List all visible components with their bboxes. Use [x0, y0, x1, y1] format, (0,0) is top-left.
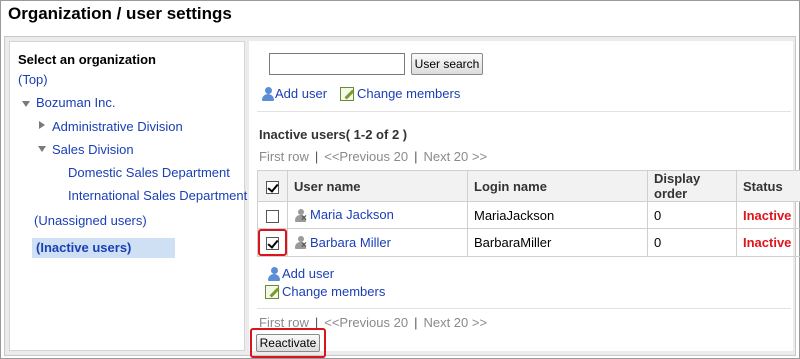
tree-item-unassigned-users[interactable]: (Unassigned users) [34, 213, 147, 228]
change-members-icon [265, 285, 280, 299]
row-checkbox-cell [257, 227, 288, 258]
inactive-users-count: Inactive users( 1-2 of 2 ) [259, 127, 408, 142]
tree-item-international-sales[interactable]: International Sales Department [68, 188, 247, 203]
change-members-link-bottom[interactable]: Change members [282, 284, 385, 299]
page-title: Organization / user settings [8, 4, 232, 23]
tree-item-sales-division[interactable]: Sales Division [52, 142, 134, 157]
add-user-link-top[interactable]: Add user [275, 86, 327, 101]
table-header-row: User name Login name Display order Statu… [257, 170, 800, 202]
tree-item-inactive-users[interactable]: (Inactive users) [32, 238, 175, 258]
user-search-input[interactable] [269, 53, 405, 75]
select-all-header[interactable] [257, 170, 288, 202]
pager-next: Next 20 >> [423, 149, 488, 164]
reactivate-button[interactable]: Reactivate [256, 334, 320, 352]
row-checkbox[interactable] [266, 209, 279, 223]
status-cell: Inactive [736, 227, 800, 258]
table-row: × Maria Jackson MariaJackson 0 Inactive [257, 201, 800, 229]
tree-item-bozuman[interactable]: Bozuman Inc. [36, 95, 116, 110]
divider [257, 308, 791, 309]
login-name-cell: BarbaraMiller [467, 227, 648, 258]
login-name-cell: MariaJackson [467, 201, 648, 229]
add-user-link-bottom[interactable]: Add user [282, 266, 334, 281]
user-list-panel: User search Add user Change members Inac… [249, 41, 800, 351]
expand-down-icon[interactable] [38, 146, 46, 152]
pager-previous: <<Previous 20 [324, 315, 409, 330]
tree-item-administrative-division[interactable]: Administrative Division [52, 119, 183, 134]
column-user-name: User name [287, 170, 468, 202]
add-user-icon [261, 87, 275, 101]
column-login-name: Login name [467, 170, 648, 202]
pager-first-row: First row [259, 149, 309, 164]
user-search-button[interactable]: User search [411, 53, 483, 75]
tree-item-domestic-sales[interactable]: Domestic Sales Department [68, 165, 230, 180]
user-name-cell: × Barbara Miller [287, 227, 468, 258]
row-checkbox[interactable] [266, 237, 279, 251]
pager-previous: <<Previous 20 [324, 149, 409, 164]
user-name-link[interactable]: Maria Jackson [310, 207, 394, 222]
pager-top: First row | <<Previous 20 | Next 20 >> [259, 149, 488, 164]
expand-right-icon[interactable] [39, 121, 45, 129]
pager-next: Next 20 >> [423, 315, 488, 330]
organization-tree-panel: Select an organization (Top) Bozuman Inc… [9, 41, 247, 351]
main-container: Select an organization (Top) Bozuman Inc… [4, 36, 800, 356]
table-row: × Barbara Miller BarbaraMiller 0 Inactive [257, 227, 800, 258]
change-members-icon [340, 87, 355, 101]
select-all-checkbox[interactable] [266, 180, 279, 194]
column-display-order: Display order [647, 170, 737, 202]
reactivate-highlight: Reactivate [250, 328, 326, 358]
display-order-cell: 0 [647, 201, 737, 229]
expand-down-icon[interactable] [22, 101, 30, 107]
user-name-cell: × Maria Jackson [287, 201, 468, 229]
user-name-link[interactable]: Barbara Miller [310, 235, 391, 250]
tree-title: Select an organization [18, 52, 156, 67]
checkbox-highlight [258, 229, 287, 257]
divider [257, 111, 791, 112]
status-cell: Inactive [736, 201, 800, 229]
inactive-user-icon: × [294, 236, 308, 251]
tree-item-top[interactable]: (Top) [18, 72, 48, 87]
add-user-icon [267, 267, 281, 281]
display-order-cell: 0 [647, 227, 737, 258]
inactive-user-icon: × [294, 208, 308, 223]
column-status: Status [736, 170, 800, 202]
inactive-users-table: User name Login name Display order Statu… [257, 170, 800, 258]
change-members-link-top[interactable]: Change members [357, 86, 460, 101]
row-checkbox-cell [257, 201, 288, 229]
